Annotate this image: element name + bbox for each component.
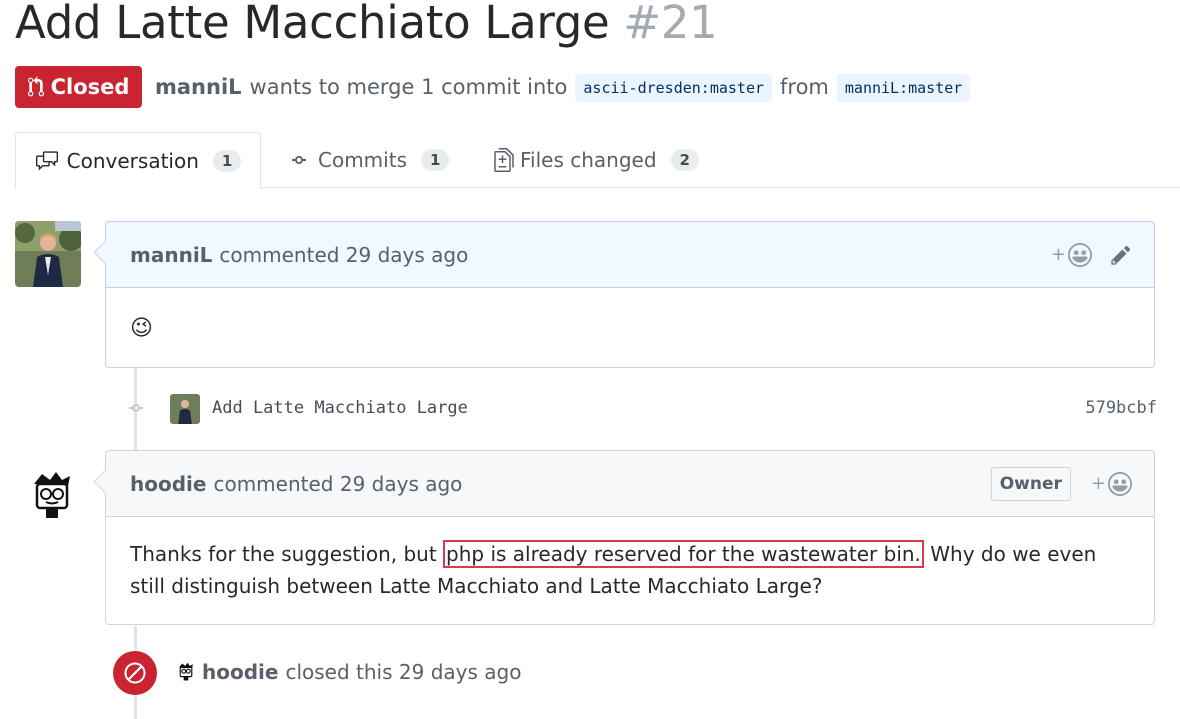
comment-body: Thanks for the suggestion, but php is al…	[106, 517, 1154, 624]
comment-hoodie: hoodie commented 29 days ago Owner + Tha…	[93, 450, 1155, 625]
plus-label: +	[1050, 244, 1066, 265]
event-author-link[interactable]: hoodie	[202, 660, 278, 684]
smiley-icon	[1108, 471, 1132, 496]
timeline-commit: Add Latte Macchiato Large 579bcbf	[105, 393, 1157, 425]
tab-files-changed-label: Files changed	[520, 148, 657, 172]
head-branch-ref[interactable]: manniL:master	[836, 74, 971, 102]
comment-text-before: Thanks for the suggestion, but	[130, 542, 444, 566]
comment-header: manniL commented 29 days ago +	[106, 222, 1154, 288]
closed-event: hoodie closed this 29 days ago	[176, 660, 521, 684]
add-reaction-button[interactable]: +	[1050, 242, 1092, 267]
pr-title-row: Add Latte Macchiato Large #21	[15, 0, 718, 49]
file-diff-icon	[494, 148, 514, 172]
comment-body: 😉	[106, 288, 1154, 367]
comment-timestamp[interactable]: commented 29 days ago	[213, 472, 462, 496]
event-text: closed this 29 days ago	[285, 660, 522, 684]
pull-request-icon	[27, 76, 44, 97]
pr-number: #21	[623, 0, 718, 49]
pr-meta: manniL wants to merge 1 commit into asci…	[155, 73, 978, 102]
status-label: Closed	[50, 75, 130, 99]
commit-icon	[129, 404, 143, 412]
pr-author-link[interactable]: manniL	[155, 75, 242, 99]
tab-conversation[interactable]: Conversation 1	[15, 132, 261, 189]
avatar-hoodie-small[interactable]	[176, 662, 196, 682]
add-reaction-button[interactable]: +	[1090, 471, 1132, 496]
commit-message-link[interactable]: Add Latte Macchiato Large	[212, 398, 468, 418]
highlighted-text: php is already reserved for the wastewat…	[443, 540, 924, 568]
avatar-hoodie[interactable]	[26, 470, 78, 522]
tab-conversation-count: 1	[212, 150, 242, 172]
pr-action-text: wants to merge 1 commit into	[249, 75, 568, 99]
tab-files-changed[interactable]: Files changed 2	[494, 132, 699, 188]
comment-timestamp[interactable]: commented 29 days ago	[219, 243, 468, 267]
wink-emoji: 😉	[130, 316, 153, 341]
comment-mannil: manniL commented 29 days ago + 😉	[93, 221, 1155, 368]
comment-author-link[interactable]: manniL	[130, 243, 212, 267]
commit-icon	[292, 156, 306, 164]
commit-author-avatar[interactable]	[170, 394, 200, 424]
from-text: from	[780, 75, 829, 99]
pr-title: Add Latte Macchiato Large	[15, 0, 610, 49]
commit-sha-link[interactable]: 579bcbf	[1085, 398, 1157, 418]
tab-commits-count: 1	[420, 149, 450, 171]
base-branch-ref[interactable]: ascii-dresden:master	[575, 74, 773, 102]
smiley-icon	[1068, 242, 1092, 267]
owner-badge: Owner	[990, 466, 1071, 501]
conversation-icon	[35, 151, 58, 171]
tab-conversation-label: Conversation	[66, 149, 199, 173]
circle-slash-icon	[124, 662, 146, 684]
comment-header: hoodie commented 29 days ago Owner +	[106, 451, 1154, 517]
tab-files-changed-count: 2	[670, 149, 699, 171]
comment-author-link[interactable]: hoodie	[130, 472, 206, 496]
tab-commits[interactable]: Commits 1	[288, 132, 450, 188]
plus-label: +	[1090, 473, 1106, 494]
closed-event-badge	[113, 651, 157, 695]
tab-commits-label: Commits	[318, 148, 407, 172]
avatar-mannil[interactable]	[15, 221, 81, 287]
status-badge-closed: Closed	[15, 66, 142, 108]
edit-pencil-icon[interactable]	[1110, 244, 1132, 266]
